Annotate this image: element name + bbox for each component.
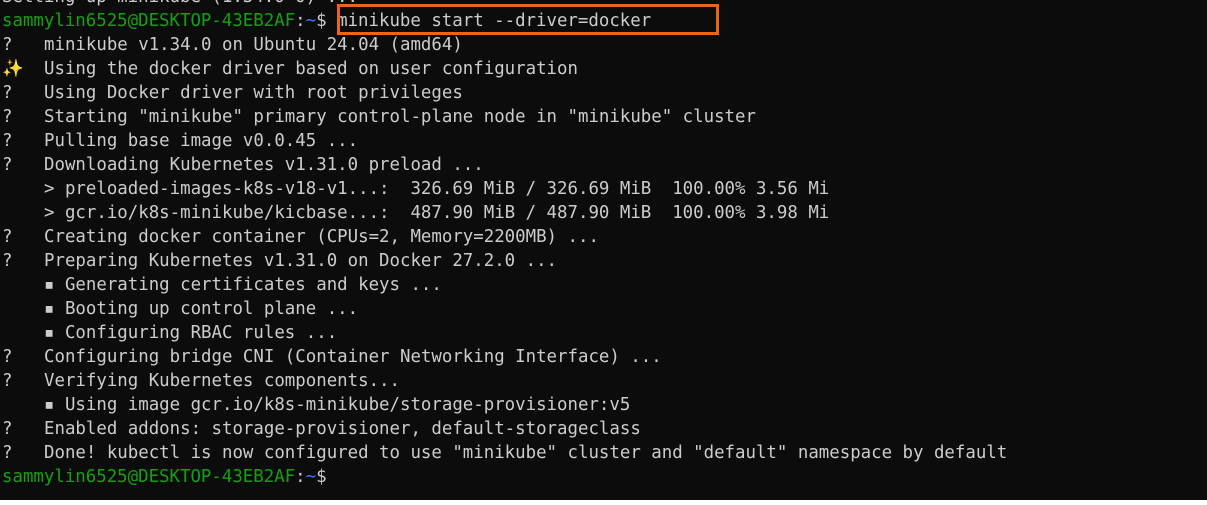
final-prompt-line[interactable]: sammylin6525@DESKTOP-43EB2AF:~$ [2,465,337,489]
output-line-text: ▪ Configuring RBAC rules ... [44,323,338,343]
status-glyph-icon: ? [2,155,13,175]
status-glyph-icon: ? [2,35,13,55]
status-glyph-icon: ? [2,371,13,391]
output-line: ? Downloading Kubernetes v1.31.0 preload … [2,153,484,177]
output-line-text: Using the docker driver based on user co… [44,59,578,79]
output-line-text: Configuring bridge CNI (Container Networ… [44,347,662,367]
output-line-text: Pulling base image v0.0.45 ... [44,131,359,151]
command-highlight-box [337,4,719,35]
output-line-text: Verifying Kubernetes components... [44,371,400,391]
status-glyph-icon: ? [2,443,13,463]
status-glyph-icon: ? [2,131,13,151]
sparkles-icon: ✨ [2,59,24,79]
output-line-text: > gcr.io/k8s-minikube/kicbase...: 487.90… [44,203,830,223]
output-line: ? Preparing Kubernetes v1.31.0 on Docker … [2,249,557,273]
status-glyph-icon: ? [2,419,13,439]
output-line: ? Configuring bridge CNI (Container Netwo… [2,345,662,369]
output-line: ? Creating docker container (CPUs=2, Memo… [2,225,599,249]
output-line-text: Creating docker container (CPUs=2, Memor… [44,227,599,247]
output-line: ? Verifying Kubernetes components... [2,369,400,393]
output-line-text: ▪ Generating certificates and keys ... [44,275,442,295]
output-line: ? Starting "minikube" primary control-pla… [2,105,756,129]
output-line-text: ▪ Booting up control plane ... [44,299,359,319]
prompt-user-host: sammylin6525@DESKTOP-43EB2AF [2,11,296,31]
status-glyph-icon: ? [2,347,13,367]
window-bottom-edge [0,500,1207,505]
output-line: ▪ Booting up control plane ... [2,297,358,321]
partial-top-line: Setting up minikube (1.34.0-0) ... [2,0,358,9]
output-line: ▪ Configuring RBAC rules ... [2,321,337,345]
output-line-text: ▪ Using image gcr.io/k8s-minikube/storag… [44,395,631,415]
output-line: ▪ Generating certificates and keys ... [2,273,442,297]
output-line-text: > preloaded-images-k8s-v18-v1...: 326.69… [44,179,830,199]
output-line-text: Done! kubectl is now configured to use "… [44,443,1008,463]
status-glyph-icon: ? [2,251,13,271]
output-line: ? minikube v1.34.0 on Ubuntu 24.04 (amd64… [2,33,463,57]
output-line: ? Enabled addons: storage-provisioner, de… [2,417,641,441]
output-line: ✨ Using the docker driver based on user c… [2,57,578,81]
prompt-symbol: $ [316,467,338,487]
output-line: ▪ Using image gcr.io/k8s-minikube/storag… [2,393,630,417]
output-line: ? Using Docker driver with root privilege… [2,81,463,105]
prompt-path: ~ [305,467,317,487]
prompt-separator: : [295,11,306,31]
prompt-separator: : [295,467,306,487]
prompt-symbol: $ [316,11,338,31]
status-glyph-icon: ? [2,83,13,103]
output-line-text: Using Docker driver with root privileges [44,83,463,103]
output-line: > gcr.io/k8s-minikube/kicbase...: 487.90… [2,201,829,225]
output-line: ? Pulling base image v0.0.45 ... [2,129,358,153]
output-line-text: minikube v1.34.0 on Ubuntu 24.04 (amd64) [44,35,463,55]
status-glyph-icon: ? [2,227,13,247]
output-line: > preloaded-images-k8s-v18-v1...: 326.69… [2,177,829,201]
status-glyph-icon: ? [2,107,13,127]
prompt-path: ~ [305,11,317,31]
output-line-text: Downloading Kubernetes v1.31.0 preload .… [44,155,484,175]
output-line-text: Starting "minikube" primary control-plan… [44,107,756,127]
terminal-window[interactable]: Setting up minikube (1.34.0-0) ... sammy… [0,0,1207,500]
output-line-text: Preparing Kubernetes v1.31.0 on Docker 2… [44,251,558,271]
output-line: ? Done! kubectl is now configured to use … [2,441,1007,465]
output-line-text: Enabled addons: storage-provisioner, def… [44,419,641,439]
prompt-user-host: sammylin6525@DESKTOP-43EB2AF [2,467,296,487]
